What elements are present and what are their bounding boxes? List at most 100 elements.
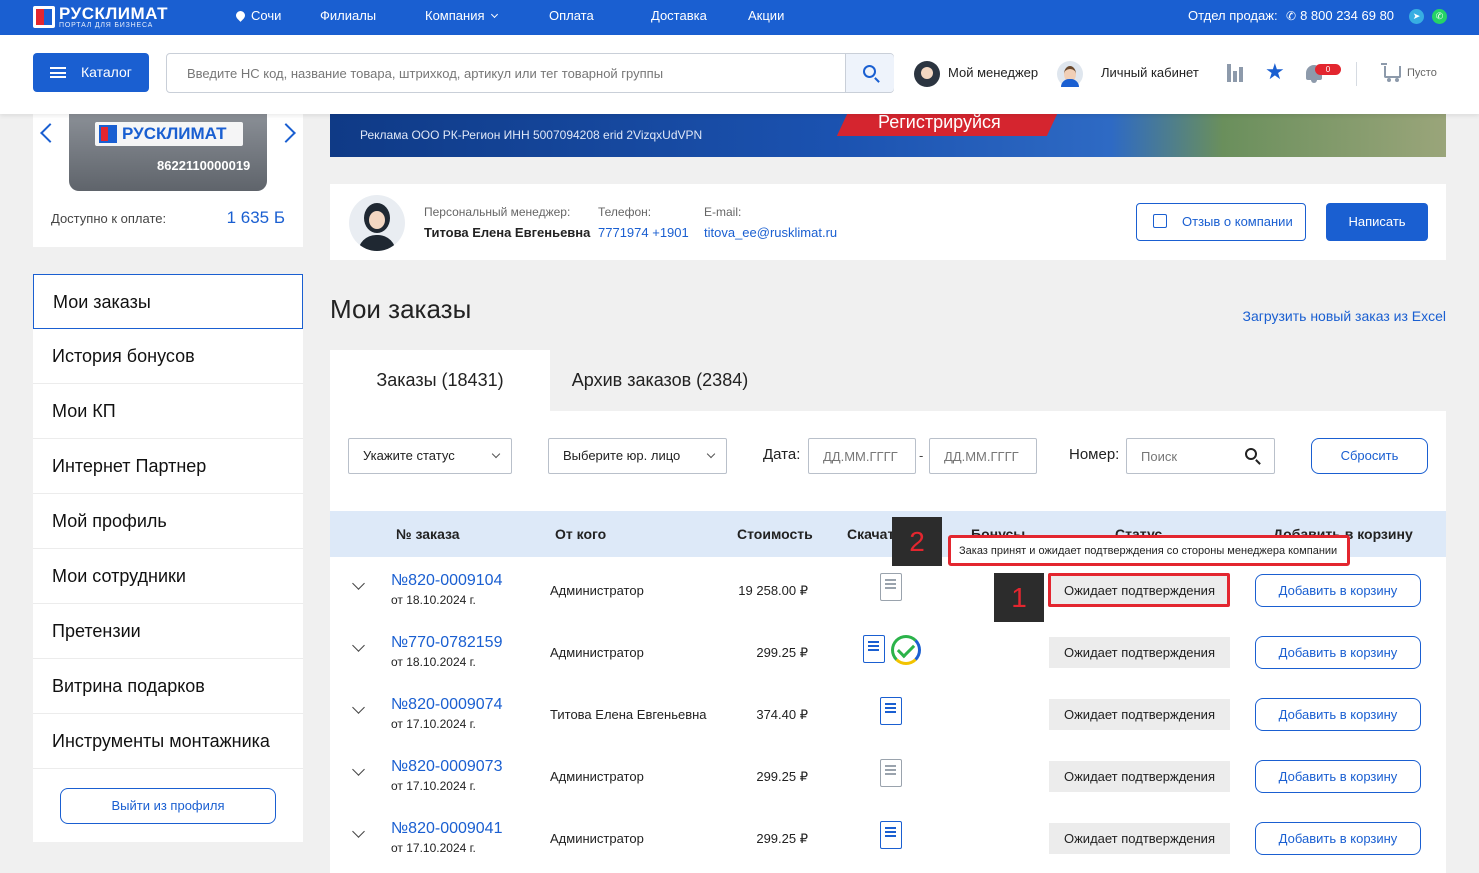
expand-chevron-icon[interactable]	[352, 639, 365, 652]
invoice-document-icon[interactable]	[880, 759, 902, 787]
invoice-document-icon[interactable]	[880, 573, 902, 601]
tabs: Заказы (18431) Архив заказов (2384)	[330, 350, 1446, 411]
column-order-number[interactable]: № заказа	[396, 526, 460, 542]
order-from: Администратор	[550, 583, 644, 598]
sidebar-item-installer-tools[interactable]: Инструменты монтажника	[33, 714, 303, 769]
number-search-box	[1126, 438, 1275, 474]
status-filter-select[interactable]: Укажите статус	[348, 438, 512, 474]
tab-orders[interactable]: Заказы (18431)	[330, 350, 550, 411]
order-date: от 17.10.2024 г.	[391, 717, 476, 731]
city-selector[interactable]: Сочи	[234, 0, 281, 35]
order-date: от 17.10.2024 г.	[391, 779, 476, 793]
account-link[interactable]: Личный кабинет	[1101, 35, 1199, 114]
table-row: №820-0009073 от 17.10.2024 г. Администра…	[330, 745, 1446, 807]
order-number-link[interactable]: №820-0009041	[391, 820, 502, 838]
order-number-link[interactable]: №820-0009104	[391, 572, 502, 590]
ad-banner[interactable]: Реклама ООО РК-Регион ИНН 5007094208 eri…	[330, 114, 1446, 157]
nav-payment[interactable]: Оплата	[549, 0, 594, 35]
table-row: №770-0782159 от 18.10.2024 г. Администра…	[330, 621, 1446, 683]
expand-chevron-icon[interactable]	[352, 763, 365, 776]
order-from: Администратор	[550, 645, 644, 660]
sidebar-item-my-profile[interactable]: Мой профиль	[33, 494, 303, 549]
invoice-document-icon[interactable]	[880, 821, 902, 849]
site-logo[interactable]: РУСКЛИМАТ ПОРТАЛ ДЛЯ БИЗНЕСА	[33, 4, 183, 31]
sidebar-item-claims[interactable]: Претензии	[33, 604, 303, 659]
cart-icon[interactable]	[1381, 63, 1401, 82]
sidebar-item-my-kp[interactable]: Мои КП	[33, 384, 303, 439]
telegram-icon[interactable]: ➤	[1409, 9, 1424, 24]
annotation-highlight-box	[1048, 573, 1230, 607]
order-from: Администратор	[550, 769, 644, 784]
manager-avatar-icon[interactable]	[914, 61, 940, 87]
order-number-link[interactable]: №820-0009073	[391, 758, 502, 776]
add-to-cart-button[interactable]: Добавить в корзину	[1255, 636, 1421, 669]
order-from: Администратор	[550, 831, 644, 846]
legal-entity-select[interactable]: Выберите юр. лицо	[548, 438, 727, 474]
manager-email[interactable]: titova_ee@rusklimat.ru	[704, 225, 837, 240]
favorites-star-icon[interactable]: ★	[1265, 59, 1285, 85]
add-to-cart-button[interactable]: Добавить в корзину	[1255, 822, 1421, 855]
write-button[interactable]: Написать	[1326, 203, 1428, 241]
invoice-document-icon[interactable]	[863, 635, 885, 663]
logo-mark-icon	[99, 125, 117, 143]
header-divider	[1356, 62, 1357, 86]
location-pin-icon	[234, 9, 247, 22]
add-to-cart-button[interactable]: Добавить в корзину	[1255, 698, 1421, 731]
sidebar-item-employees[interactable]: Мои сотрудники	[33, 549, 303, 604]
order-date: от 18.10.2024 г.	[391, 655, 476, 669]
sidebar-item-gifts[interactable]: Витрина подарков	[33, 659, 303, 714]
expand-chevron-icon[interactable]	[352, 577, 365, 590]
card-logo: РУСКЛИМАТ	[95, 122, 243, 146]
sidebar-item-internet-partner[interactable]: Интернет Партнер	[33, 439, 303, 494]
date-from-input[interactable]	[808, 438, 916, 474]
nav-promo[interactable]: Акции	[748, 0, 784, 35]
arrow-right-icon[interactable]	[276, 123, 296, 143]
number-search-input[interactable]	[1127, 439, 1237, 473]
account-sidebar: Мои заказы История бонусов Мои КП Интерн…	[33, 274, 303, 842]
nav-delivery[interactable]: Доставка	[651, 0, 707, 35]
search-box	[166, 53, 894, 93]
order-number-link[interactable]: №820-0009074	[391, 696, 502, 714]
invoice-document-icon[interactable]	[880, 697, 902, 725]
bonus-card-panel: РУСКЛИМАТ 8622110000019 Доступно к оплат…	[33, 114, 303, 247]
reset-button[interactable]: Сбросить	[1311, 438, 1428, 474]
cart-status[interactable]: Пусто	[1407, 35, 1437, 114]
user-avatar-icon[interactable]	[1057, 61, 1083, 87]
catalog-button[interactable]: Каталог	[33, 53, 149, 92]
sales-phone[interactable]: ✆ 8 800 234 69 80	[1286, 0, 1394, 35]
search-icon[interactable]	[1245, 448, 1257, 460]
logout-button[interactable]: Выйти из профиля	[60, 788, 276, 824]
annotation-marker-2: 2	[892, 517, 942, 566]
available-label: Доступно к оплате:	[51, 211, 167, 226]
banner-cta[interactable]: Регистрируйся	[878, 114, 1001, 133]
sales-department-label: Отдел продаж:	[1188, 8, 1278, 23]
arrow-left-icon[interactable]	[40, 123, 60, 143]
column-from[interactable]: От кого	[555, 526, 606, 542]
search-input[interactable]	[167, 54, 845, 92]
manager-name: Титова Елена Евгеньевна	[424, 225, 591, 240]
order-from: Титова Елена Евгеньевна	[550, 707, 707, 722]
my-manager-link[interactable]: Мой менеджер	[948, 35, 1038, 114]
order-number-link[interactable]: №770-0782159	[391, 634, 502, 652]
review-button[interactable]: Отзыв о компании	[1136, 203, 1306, 241]
order-date: от 18.10.2024 г.	[391, 593, 476, 607]
add-to-cart-button[interactable]: Добавить в корзину	[1255, 574, 1421, 607]
chart-icon[interactable]	[1227, 64, 1245, 82]
expand-chevron-icon[interactable]	[352, 825, 365, 838]
search-button[interactable]	[845, 54, 894, 92]
add-to-cart-button[interactable]: Добавить в корзину	[1255, 760, 1421, 793]
column-price[interactable]: Стоимость	[737, 526, 813, 542]
date-to-input[interactable]	[929, 438, 1037, 474]
nav-branches[interactable]: Филиалы	[320, 0, 376, 35]
whatsapp-icon[interactable]: ✆	[1432, 9, 1447, 24]
excel-upload-link[interactable]: Загрузить новый заказ из Excel	[1243, 308, 1446, 324]
expand-chevron-icon[interactable]	[352, 701, 365, 714]
sidebar-item-my-orders[interactable]: Мои заказы	[33, 274, 303, 329]
sidebar-item-bonus-history[interactable]: История бонусов	[33, 329, 303, 384]
manager-phone[interactable]: 7771974 +1901	[598, 225, 689, 240]
table-row: №820-0009041 от 17.10.2024 г. Администра…	[330, 807, 1446, 869]
sber-check-icon[interactable]	[891, 635, 921, 665]
table-row: №820-0009074 от 17.10.2024 г. Титова Еле…	[330, 683, 1446, 745]
tab-archive[interactable]: Архив заказов (2384)	[550, 350, 770, 411]
nav-company[interactable]: Компания	[425, 0, 498, 35]
